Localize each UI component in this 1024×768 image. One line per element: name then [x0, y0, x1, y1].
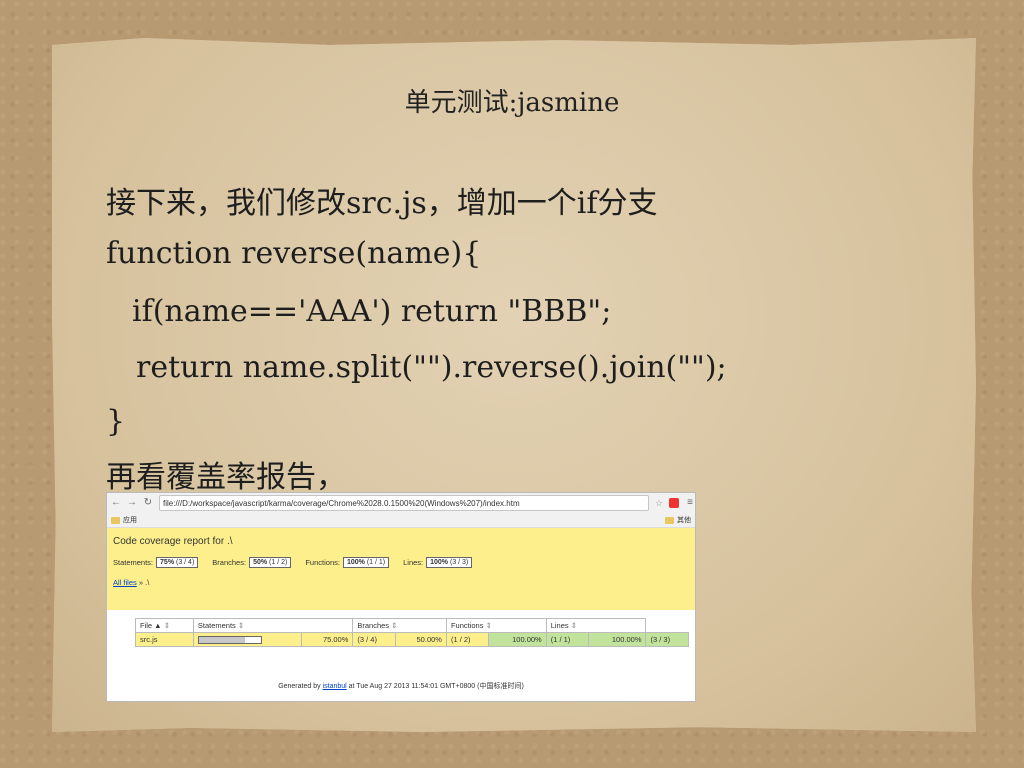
func-pct: 100.00%	[488, 631, 547, 648]
stat-value: 100% (3 / 3)	[426, 557, 473, 568]
file-cell[interactable]: src.js	[135, 631, 194, 648]
slide-text-coverage: 再看覆盖率报告，	[106, 460, 346, 495]
code-line-close: }	[106, 404, 126, 439]
stat-label: Branches:	[212, 558, 247, 567]
reload-icon[interactable]: ↻	[143, 498, 153, 508]
stat-label: Functions:	[305, 558, 340, 567]
folder-icon	[111, 516, 120, 524]
table-row: src.js 75.00% (3 / 4) 50.00% (1 / 2) 100…	[135, 631, 689, 648]
branch-count: (1 / 2)	[445, 631, 490, 648]
branch-pct: 50.00%	[394, 631, 447, 648]
report-header: Code coverage report for .\ Statements: …	[107, 528, 695, 610]
slide-text-intro: 接下来，我们修改src.js，增加一个if分支	[106, 186, 658, 221]
menu-icon[interactable]: ≡	[685, 498, 695, 508]
col-branches[interactable]: Branches ⇕	[352, 618, 447, 633]
stat-functions: Functions: 100% (1 / 1)	[305, 557, 390, 568]
report-footer: Generated by istanbul at Tue Aug 27 2013…	[278, 683, 524, 690]
slide-title: 单元测试:jasmine	[404, 88, 620, 118]
code-line-if: if(name=='AAA') return "BBB";	[132, 294, 612, 329]
coverage-bar	[197, 636, 262, 645]
address-bar[interactable]: file:///D:/workspace/javascript/karma/co…	[159, 495, 649, 511]
code-line-return: return name.split("").reverse().join("")…	[136, 350, 727, 385]
extension-icon[interactable]	[669, 498, 679, 508]
breadcrumb-current: » .\	[136, 578, 150, 587]
star-icon[interactable]: ☆	[655, 498, 663, 509]
lines-pct: 100.00%	[588, 631, 647, 648]
stat-value: 75% (3 / 4)	[156, 557, 199, 568]
func-count: (1 / 1)	[545, 631, 590, 648]
sort-icon: ⇕	[485, 621, 492, 630]
forward-icon[interactable]: →	[127, 498, 137, 508]
stat-branches: Branches: 50% (1 / 2)	[212, 557, 292, 568]
code-line-function: function reverse(name){	[106, 236, 482, 271]
istanbul-link[interactable]: istanbul	[323, 683, 347, 690]
stat-value: 100% (1 / 1)	[342, 557, 390, 568]
stmt-count: (3 / 4)	[352, 631, 396, 648]
bookmark-bar: 应用 其他	[107, 513, 695, 528]
col-file[interactable]: File ▲ ⇕	[135, 618, 194, 633]
sort-icon: ⇕	[163, 621, 170, 630]
folder-icon	[665, 516, 674, 524]
bookmark-apps[interactable]: 应用	[123, 515, 137, 525]
browser-toolbar: ← → ↻ file:///D:/workspace/javascript/ka…	[107, 493, 695, 513]
stat-value: 50% (1 / 2)	[249, 557, 292, 568]
col-lines[interactable]: Lines ⇕	[545, 618, 647, 633]
stat-lines: Lines: 100% (3 / 3)	[403, 557, 473, 568]
coverage-report-screenshot: ← → ↻ file:///D:/workspace/javascript/ka…	[106, 492, 696, 702]
breadcrumb: All files » .\	[113, 578, 689, 587]
sort-icon: ⇕	[391, 621, 398, 630]
url-text: file:///D:/workspace/javascript/karma/co…	[163, 498, 520, 508]
bookmark-other[interactable]: 其他	[677, 515, 691, 525]
sort-icon: ⇕	[570, 621, 578, 630]
back-icon[interactable]: ←	[111, 498, 121, 508]
stmt-pct: 75.00%	[301, 631, 354, 648]
coverage-table: File ▲ ⇕ Statements ⇕ Branches ⇕ Functio…	[135, 618, 689, 648]
all-files-link[interactable]: All files	[113, 578, 137, 587]
lines-count: (3 / 3)	[645, 631, 689, 648]
col-statements[interactable]: Statements ⇕	[192, 618, 354, 633]
stat-statements: Statements: 75% (3 / 4)	[113, 557, 199, 568]
sort-icon: ⇕	[237, 621, 245, 630]
coverage-bar-cell	[192, 631, 303, 648]
report-title: Code coverage report for .\	[113, 536, 233, 547]
col-functions[interactable]: Functions ⇕	[445, 618, 547, 633]
summary-stats: Statements: 75% (3 / 4) Branches: 50% (1…	[113, 557, 689, 568]
stat-label: Lines:	[403, 558, 424, 567]
stat-label: Statements:	[113, 558, 154, 567]
